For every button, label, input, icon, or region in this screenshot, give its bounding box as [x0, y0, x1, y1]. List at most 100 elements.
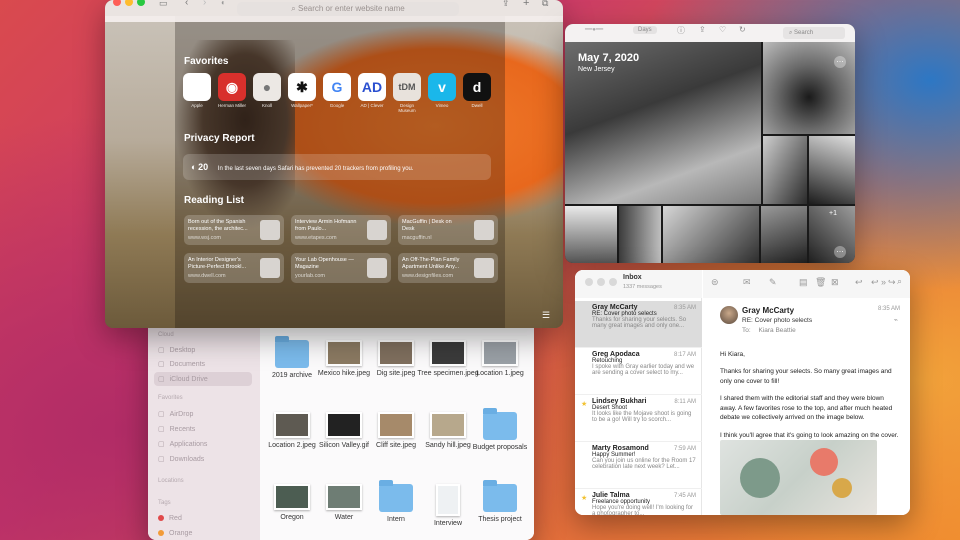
folder-item[interactable]: Thesis project [468, 480, 532, 523]
junk-icon[interactable]: ⊠ [831, 277, 839, 288]
attached-image[interactable] [720, 440, 877, 515]
minimize-button[interactable] [125, 0, 133, 6]
minimize-button[interactable] [597, 278, 605, 286]
to-label: To: [742, 327, 751, 334]
close-button[interactable] [585, 278, 593, 286]
sidebar-item[interactable]: Orange [158, 530, 192, 537]
sidebar-item[interactable]: ▢ Documents [158, 360, 205, 368]
message-row[interactable]: Gray McCarty 8:35 AM RE: Cover photo selec… [575, 301, 702, 348]
finder-window: Cloud ▢ Desktop ▢ Documents ▢ iCloud Drive Favo… [148, 318, 534, 540]
privacy-report-card[interactable]: ◐ 20 In the last seven days Safari has p… [183, 154, 491, 180]
sidebar-item[interactable]: Red [158, 515, 182, 522]
favorite-label: Google [329, 103, 345, 108]
more-options-icon[interactable]: … [834, 56, 846, 68]
favorite-tile[interactable]: AD AD | Clever [357, 73, 387, 108]
reading-list-item[interactable]: An Off-The-Plan Family Apartment Unlike … [398, 253, 498, 283]
message-count: 1337 messages [623, 284, 662, 290]
address-bar[interactable]: ⌕ Search or enter website name [237, 2, 459, 16]
body-paragraph: I shared them with the editorial staff a… [720, 395, 893, 422]
share-icon[interactable]: ⇪ [699, 25, 706, 34]
reading-item-title: MacGuffin | Desk on Desk [402, 219, 452, 232]
search-field[interactable]: ⌕ Search [783, 27, 845, 39]
photo-tile[interactable] [619, 206, 661, 263]
reading-list-item[interactable]: An Interior Designer's Picture-Perfect B… [184, 253, 284, 283]
zoom-button[interactable] [137, 0, 145, 6]
tdm-icon: tDM [393, 73, 421, 101]
reading-list-item[interactable]: MacGuffin | Desk on Desk macguffin.nl [398, 215, 498, 245]
reply-all-icon[interactable]: ↩ [871, 277, 879, 288]
file-thumbnail [326, 412, 362, 438]
tab-overview-icon[interactable]: ⧉ [542, 0, 548, 9]
favorite-label: Design Museum [398, 103, 416, 113]
sidebar-item[interactable]: ▢ Applications [158, 440, 207, 448]
sidebar-item-icon: ▢ [158, 361, 165, 368]
forward-icon[interactable]: ↪ [888, 277, 896, 288]
favorite-tile[interactable]: ● Knoll [252, 73, 282, 108]
zoom-button[interactable] [609, 278, 617, 286]
favorite-tile[interactable]: ✱ Wallpaper* [287, 73, 317, 108]
sidebar-item-label: Red [169, 515, 182, 522]
favorite-tile[interactable]: tDM Design Museum [392, 73, 422, 113]
reading-list-item[interactable]: Interview Armin Hofmann from Paulo... www… [291, 215, 391, 245]
close-button[interactable] [113, 0, 121, 6]
favorite-tile[interactable]: ◉ Herman Miller [217, 73, 247, 108]
sidebar-item[interactable]: ▢ Desktop [158, 346, 195, 354]
photo-tile[interactable] [763, 136, 807, 204]
file-thumbnail [378, 340, 414, 366]
reading-item-thumbnail [474, 220, 494, 240]
heart-icon[interactable]: ♡ [719, 25, 726, 34]
sidebar-item[interactable]: ▢ AirDrop [158, 410, 193, 418]
sidebar-item[interactable]: ▢ iCloud Drive [158, 375, 208, 383]
reading-list-item[interactable]: Born out of the Spanish recession, the a… [184, 215, 284, 245]
mail-window: Inbox 1337 messages Gray McCarty 8:35 AM R… [575, 270, 910, 515]
filter-icon[interactable]: ⊜ [711, 277, 719, 288]
new-message-icon[interactable]: ✎ [769, 277, 777, 288]
message-row[interactable]: ★ Lindsey Bukhari 8:11 AM Desert Shoot It lo… [575, 395, 702, 442]
favorite-tile[interactable]: G Google [322, 73, 352, 108]
photo-tile[interactable] [761, 206, 807, 263]
message-row[interactable]: Marty Rosamond 7:59 AM Happy Summer! Can yo… [575, 442, 702, 489]
photo-tile[interactable] [663, 206, 759, 263]
sidebar-item-label: iCloud Drive [169, 376, 208, 383]
new-tab-icon[interactable]: + [523, 0, 529, 9]
photo-tile[interactable] [809, 136, 855, 204]
search-icon[interactable]: ⌕ [897, 276, 902, 287]
back-icon[interactable]: ‹ [185, 0, 188, 8]
zoom-slider[interactable]: ━━●━━ [585, 26, 603, 33]
reading-item-title: An Off-The-Plan Family Apartment Unlike … [402, 257, 460, 270]
message-row[interactable]: ★ Julie Talma 7:45 AM Freelance opportunity… [575, 489, 702, 515]
favorite-label: Knoll [261, 103, 272, 108]
more-options-icon[interactable]: … [834, 246, 846, 258]
folder-item[interactable]: Budget proposals [468, 408, 532, 451]
expand-icon[interactable]: » [881, 277, 886, 287]
message-row[interactable]: Greg Apodaca 8:17 AM Retouching I spoke wit… [575, 348, 702, 395]
favorites-heading: Favorites [184, 56, 229, 67]
reply-icon[interactable]: ↩ [855, 277, 863, 288]
file-thumbnail [274, 484, 310, 510]
sidebar-item[interactable]: ▢ Recents [158, 425, 195, 433]
sidebar-item[interactable]: ▢ Downloads [158, 455, 204, 463]
message-list-header: Inbox 1337 messages [575, 270, 702, 298]
archive-icon[interactable]: ▤ [799, 277, 808, 288]
message-reader: ⊜ ✉ ✎ ▤ 🗑 ⊠ ↩ ↩ ↪ » ⌕ Gray McCarty RE: C… [703, 270, 910, 515]
rotate-icon[interactable]: ↻ [739, 25, 746, 34]
folder-icon [483, 480, 517, 512]
file-item[interactable]: Location 1.jpeg [468, 340, 532, 377]
sidebar-item-label: Orange [169, 530, 193, 537]
compose-icon[interactable]: ✉ [743, 277, 751, 288]
shield-icon[interactable]: ◐ [221, 0, 226, 7]
forward-icon[interactable]: › [203, 0, 206, 8]
favorite-tile[interactable]: d Dwell [462, 73, 492, 108]
segment-days[interactable]: Days [633, 26, 657, 34]
reader-toolbar: ⊜ ✉ ✎ ▤ 🗑 ⊠ ↩ ↩ ↪ » ⌕ [703, 270, 910, 298]
info-icon[interactable]: ⓘ [677, 25, 685, 36]
reading-list-item[interactable]: Your Lab Openhouse — Magazine yourlab.com [291, 253, 391, 283]
tracker-count: 20 [198, 162, 209, 172]
sidebar-icon[interactable]: ▭ [159, 0, 168, 9]
favorite-tile[interactable]: Apple [182, 73, 212, 108]
trash-icon[interactable]: 🗑 [815, 277, 826, 288]
photo-tile[interactable] [565, 206, 617, 263]
customize-icon[interactable]: ☰ [542, 310, 550, 321]
share-icon[interactable]: ⇪ [502, 0, 510, 9]
favorite-tile[interactable]: v Vimeo [427, 73, 457, 108]
